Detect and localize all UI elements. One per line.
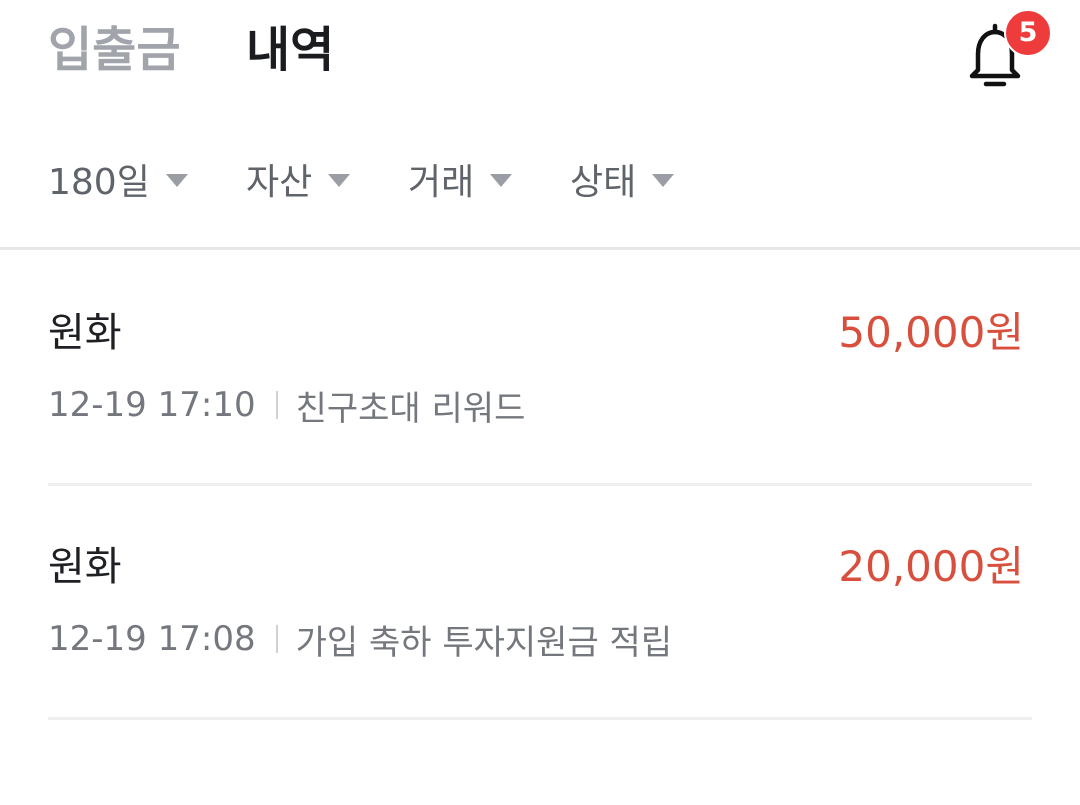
transaction-datetime: 12-19 17:10 [48, 385, 256, 425]
transaction-row[interactable]: 원화 20,000원 12-19 17:08 가입 축하 투자지원금 적립 [48, 484, 1032, 720]
caret-down-icon [652, 173, 675, 187]
filter-status-dropdown[interactable]: 상태 [570, 152, 675, 206]
filter-label: 자산 [246, 162, 313, 203]
filter-label: 180일 [48, 162, 150, 203]
row-divider [48, 717, 1032, 720]
transaction-meta: 12-19 17:10 친구초대 리워드 [48, 380, 525, 430]
transaction-description: 친구초대 리워드 [295, 388, 526, 429]
transaction-asset: 원화 [48, 310, 122, 356]
transaction-row[interactable]: 원화 50,000원 12-19 17:10 친구초대 리워드 [48, 250, 1032, 486]
transaction-asset: 원화 [48, 544, 122, 590]
filter-label: 상태 [570, 162, 637, 203]
transaction-description: 가입 축하 투자지원금 적립 [295, 622, 673, 663]
top-header: 입출금 내역 5 [0, 0, 1080, 110]
filter-trade-dropdown[interactable]: 거래 [408, 152, 513, 206]
caret-down-icon [165, 173, 188, 187]
caret-down-icon [490, 173, 513, 187]
caret-down-icon [328, 173, 351, 187]
filter-asset-dropdown[interactable]: 자산 [246, 152, 351, 206]
filter-bar: 180일 자산 거래 상태 [0, 140, 1080, 220]
transaction-amount: 50,000원 [838, 308, 1024, 357]
transaction-datetime: 12-19 17:08 [48, 619, 256, 659]
transaction-amount: 20,000원 [838, 542, 1024, 591]
meta-separator [275, 391, 278, 419]
filter-period-dropdown[interactable]: 180일 [48, 152, 188, 206]
tab-history[interactable]: 내역 [246, 18, 334, 82]
tab-deposit-withdraw[interactable]: 입출금 [48, 18, 180, 82]
notification-badge: 5 [1004, 9, 1052, 57]
meta-separator [275, 625, 278, 653]
filter-label: 거래 [408, 162, 475, 203]
transaction-meta: 12-19 17:08 가입 축하 투자지원금 적립 [48, 614, 672, 664]
